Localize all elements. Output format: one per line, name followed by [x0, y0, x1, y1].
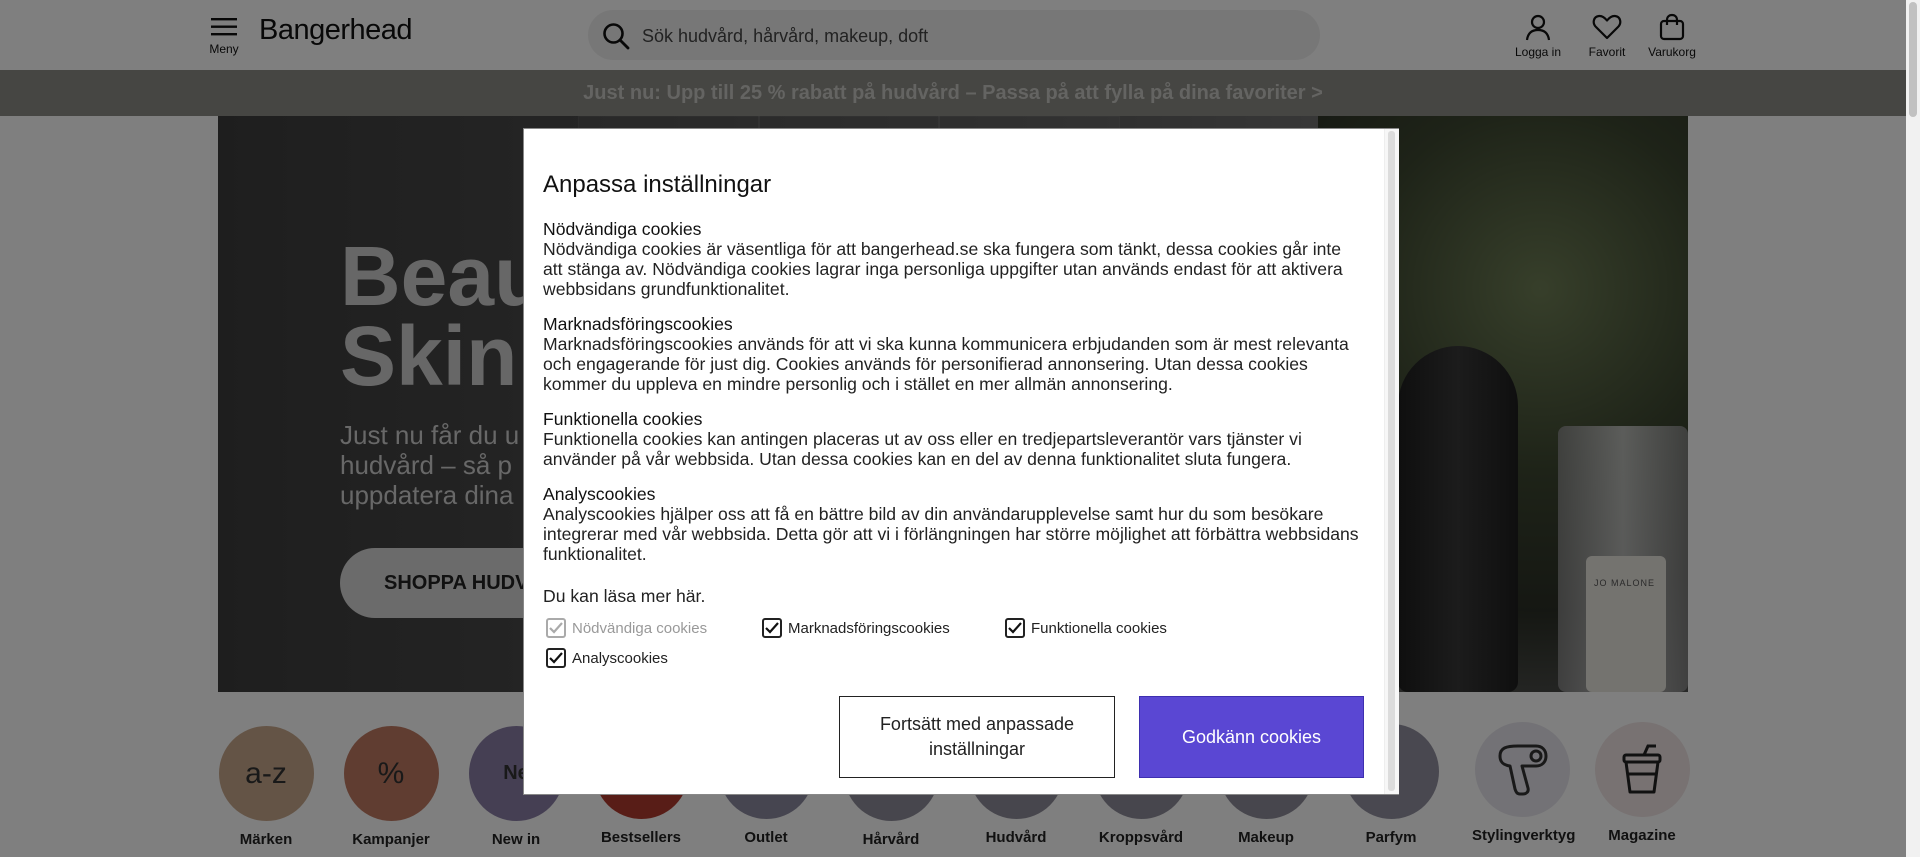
checkbox-marketing-box[interactable] — [762, 618, 782, 638]
section-title: Marknadsföringscookies — [543, 314, 733, 334]
section-title: Funktionella cookies — [543, 409, 703, 429]
dialog-scrollbar[interactable] — [1384, 129, 1399, 794]
dialog-title: Anpassa inställningar — [543, 171, 772, 198]
checkmark-icon — [765, 622, 779, 634]
accept-cookies-button[interactable]: Godkänn cookies — [1139, 696, 1364, 778]
dialog-scrollbar-thumb[interactable] — [1388, 131, 1395, 791]
checkbox-necessary: Nödvändiga cookies — [546, 618, 707, 638]
read-more-link[interactable]: Du kan läsa mer här. — [543, 586, 705, 607]
checkbox-label: Nödvändiga cookies — [572, 619, 708, 637]
checkbox-label[interactable]: Marknadsföringscookies — [788, 620, 950, 637]
section-body: Funktionella cookies kan antingen placer… — [543, 429, 1302, 469]
checkbox-necessary-box — [546, 618, 566, 638]
checkbox-marketing[interactable]: Marknadsföringscookies — [762, 618, 950, 638]
checkbox-analytics[interactable]: Analyscookies — [546, 648, 668, 668]
section-functional: Funktionella cookies Funktionella cookie… — [543, 409, 1363, 469]
page-scrollbar-thumb[interactable] — [1909, 2, 1917, 117]
section-body: Nödvändiga cookies är väsentliga för att… — [543, 239, 1343, 299]
checkbox-functional[interactable]: Funktionella cookies — [1005, 618, 1167, 638]
cookie-settings-dialog: Anpassa inställningar Nödvändiga cookies… — [523, 128, 1399, 795]
section-marketing: Marknadsföringscookies Marknadsföringsco… — [543, 314, 1363, 394]
checkmark-icon — [549, 622, 563, 634]
checkbox-label[interactable]: Funktionella cookies — [1031, 620, 1167, 637]
section-title: Analyscookies — [543, 484, 656, 504]
section-body: Marknadsföringscookies används för att v… — [543, 334, 1349, 394]
checkmark-icon — [1008, 622, 1022, 634]
page-scrollbar[interactable] — [1906, 0, 1920, 857]
section-necessary: Nödvändiga cookies Nödvändiga cookies är… — [543, 219, 1363, 299]
section-title: Nödvändiga cookies — [543, 219, 702, 239]
checkbox-analytics-box[interactable] — [546, 648, 566, 668]
checkmark-icon — [549, 652, 563, 664]
continue-custom-settings-button[interactable]: Fortsätt med anpassade inställningar — [839, 696, 1115, 778]
section-body: Analyscookies hjälper oss att få en bätt… — [543, 504, 1359, 564]
checkbox-functional-box[interactable] — [1005, 618, 1025, 638]
section-analytics: Analyscookies Analyscookies hjälper oss … — [543, 484, 1363, 564]
checkbox-label[interactable]: Analyscookies — [572, 650, 668, 667]
